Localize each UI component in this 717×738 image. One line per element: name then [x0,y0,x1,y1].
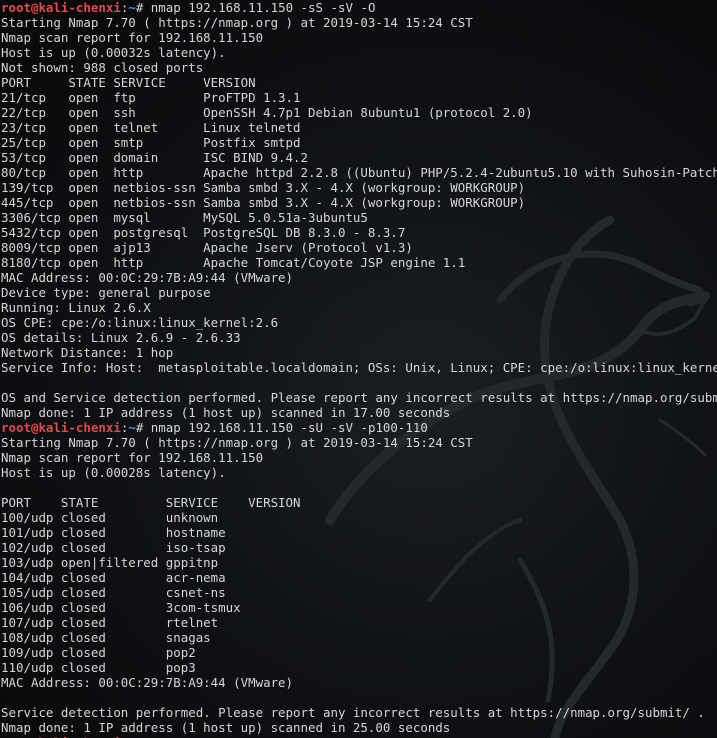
output-line: 22/tcp open ssh OpenSSH 4.7p1 Debian 8ub… [1,105,533,120]
output-line: PORT STATE SERVICE VERSION [1,495,301,510]
prompt-line: root@kali-chenxi:~# nmap 192.168.11.150 … [1,0,717,15]
output-line: Service detection performed. Please repo… [1,705,705,720]
prompt-user-host: root@kali-chenxi [1,420,121,435]
output-line: 8180/tcp open http Apache Tomcat/Coyote … [1,255,466,270]
prompt-path: ~ [128,0,136,15]
output-line: MAC Address: 00:0C:29:7B:A9:44 (VMware) [1,270,294,285]
output-line: Host is up (0.00028s latency). [1,465,226,480]
output-line: Network Distance: 1 hop [1,345,174,360]
output-line: Host is up (0.00032s latency). [1,45,226,60]
output-line: Nmap done: 1 IP address (1 host up) scan… [1,720,451,735]
output-line: 3306/tcp open mysql MySQL 5.0.51a-3ubunt… [1,210,368,225]
output-line: Nmap done: 1 IP address (1 host up) scan… [1,405,451,420]
output-line: 103/udp open|filtered gppitnp [1,555,219,570]
command-text: nmap 192.168.11.150 -sU -sV -p100-110 [143,420,428,435]
output-line: OS and Service detection performed. Plea… [1,390,717,405]
output-line: Nmap scan report for 192.168.11.150 [1,450,264,465]
output-line: 139/tcp open netbios-ssn Samba smbd 3.X … [1,180,526,195]
output-line: Nmap scan report for 192.168.11.150 [1,30,264,45]
output-line: 100/udp closed unknown [1,510,219,525]
output-line: 5432/tcp open postgresql PostgreSQL DB 8… [1,225,406,240]
output-line: 101/udp closed hostname [1,525,226,540]
command-text: nmap 192.168.11.150 -sS -sV -O [143,0,376,15]
output-line: Not shown: 988 closed ports [1,60,204,75]
output-line: OS details: Linux 2.6.9 - 2.6.33 [1,330,241,345]
output-line: 8009/tcp open ajp13 Apache Jserv (Protoc… [1,240,413,255]
output-line: PORT STATE SERVICE VERSION [1,75,256,90]
output-line: 105/udp closed csnet-ns [1,585,226,600]
prompt-line: root@kali-chenxi:~# nmap 192.168.11.150 … [1,420,717,435]
output-line: Device type: general purpose [1,285,211,300]
prompt-user-host: root@kali-chenxi [1,0,121,15]
output-line: 102/udp closed iso-tsap [1,540,226,555]
output-line: Service Info: Host: metasploitable.local… [1,360,717,375]
output-line: 104/udp closed acr-nema [1,570,226,585]
output-line: Starting Nmap 7.70 ( https://nmap.org ) … [1,15,473,30]
output-line: 107/udp closed rtelnet [1,615,219,630]
output-line: 109/udp closed pop2 [1,645,196,660]
output-line: 23/tcp open telnet Linux telnetd [1,120,301,135]
output-line: 25/tcp open smtp Postfix smtpd [1,135,301,150]
output-line: 53/tcp open domain ISC BIND 9.4.2 [1,150,309,165]
prompt-path: ~ [128,420,136,435]
output-line: 445/tcp open netbios-ssn Samba smbd 3.X … [1,195,526,210]
terminal-window[interactable]: root@kali-chenxi:~# nmap 192.168.11.150 … [0,0,717,738]
terminal-output: root@kali-chenxi:~# nmap 192.168.11.150 … [1,0,717,738]
output-line: Starting Nmap 7.70 ( https://nmap.org ) … [1,435,473,450]
output-line: 106/udp closed 3com-tsmux [1,600,241,615]
output-line: 108/udp closed snagas [1,630,211,645]
output-line: 80/tcp open http Apache httpd 2.2.8 ((Ub… [1,165,717,180]
output-line: 21/tcp open ftp ProFTPD 1.3.1 [1,90,301,105]
output-line: Running: Linux 2.6.X [1,300,151,315]
output-line: MAC Address: 00:0C:29:7B:A9:44 (VMware) [1,675,294,690]
output-line: OS CPE: cpe:/o:linux:linux_kernel:2.6 [1,315,279,330]
output-line: 110/udp closed pop3 [1,660,196,675]
